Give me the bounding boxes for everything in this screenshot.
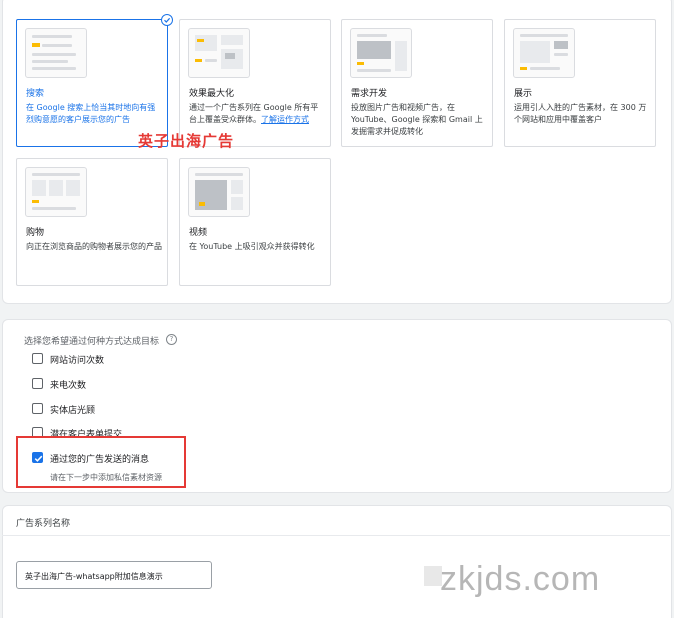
campaign-type-card-shopping[interactable]: 购物 向正在浏览商品的购物者展示您的产品 (16, 158, 168, 286)
video-thumbnail-icon (188, 167, 250, 217)
learn-how-it-works-link[interactable]: 了解运作方式 (261, 115, 309, 124)
card-description: 向正在浏览商品的购物者展示您的产品 (26, 242, 162, 251)
campaign-type-card-video[interactable]: 视频 在 YouTube 上吸引观众并获得转化 (179, 158, 331, 286)
demand-gen-thumbnail-icon (350, 28, 412, 78)
card-description: 在 Google 搜索上恰当其时地向有强烈购意愿的客户展示您的广告 (26, 103, 156, 124)
goal-option-label: 来电次数 (50, 381, 87, 391)
campaign-type-card-search[interactable]: 搜索 在 Google 搜索上恰当其时地向有强烈购意愿的客户展示您的广告 (16, 14, 173, 147)
highlight-box (16, 436, 186, 488)
card-description: 投放图片广告和视频广告，在 YouTube、Google 探索和 Gmail 上… (351, 103, 483, 136)
divider (2, 535, 670, 536)
campaign-name-title: 广告系列名称 (16, 519, 71, 529)
card-title: 需求开发 (351, 89, 388, 99)
card-description: 运用引人入胜的广告素材，在 300 万个网站和应用中覆盖客户 (514, 103, 647, 124)
search-thumbnail-icon (25, 28, 87, 78)
overlay-caption: 英子出海广告 (138, 132, 235, 150)
card-title: 展示 (514, 89, 533, 99)
checkbox[interactable] (32, 403, 43, 414)
checkbox[interactable] (32, 353, 43, 364)
display-thumbnail-icon (513, 28, 575, 78)
goal-heading: 选择您希望通过何种方式达成目标 (24, 337, 160, 347)
card-title: 购物 (26, 228, 45, 238)
campaign-name-input[interactable]: 英子出海广告-whatsapp附加信息演示 (16, 561, 212, 589)
campaign-type-card-demand-gen[interactable]: 需求开发 投放图片广告和视频广告，在 YouTube、Google 探索和 Gm… (341, 19, 493, 147)
shopping-thumbnail-icon (25, 167, 87, 217)
card-description: 在 YouTube 上吸引观众并获得转化 (189, 242, 315, 251)
card-title: 视频 (189, 228, 208, 238)
card-title: 搜索 (26, 89, 45, 99)
card-description: 通过一个广告系列在 Google 所有平台上覆盖受众群体。了解运作方式 (189, 102, 325, 126)
help-icon[interactable]: ? (166, 334, 177, 345)
selected-check-icon (161, 14, 173, 26)
goal-option-label: 网站访问次数 (50, 356, 105, 366)
card-title: 效果最大化 (189, 89, 235, 99)
performance-max-thumbnail-icon (188, 28, 250, 78)
watermark: zkjds.com (440, 560, 601, 598)
goal-option-label: 实体店光顾 (50, 406, 96, 416)
campaign-type-card-performance-max[interactable]: 效果最大化 通过一个广告系列在 Google 所有平台上覆盖受众群体。了解运作方… (179, 19, 331, 147)
checkbox[interactable] (32, 378, 43, 389)
campaign-type-card-display[interactable]: 展示 运用引人入胜的广告素材，在 300 万个网站和应用中覆盖客户 (504, 19, 656, 147)
